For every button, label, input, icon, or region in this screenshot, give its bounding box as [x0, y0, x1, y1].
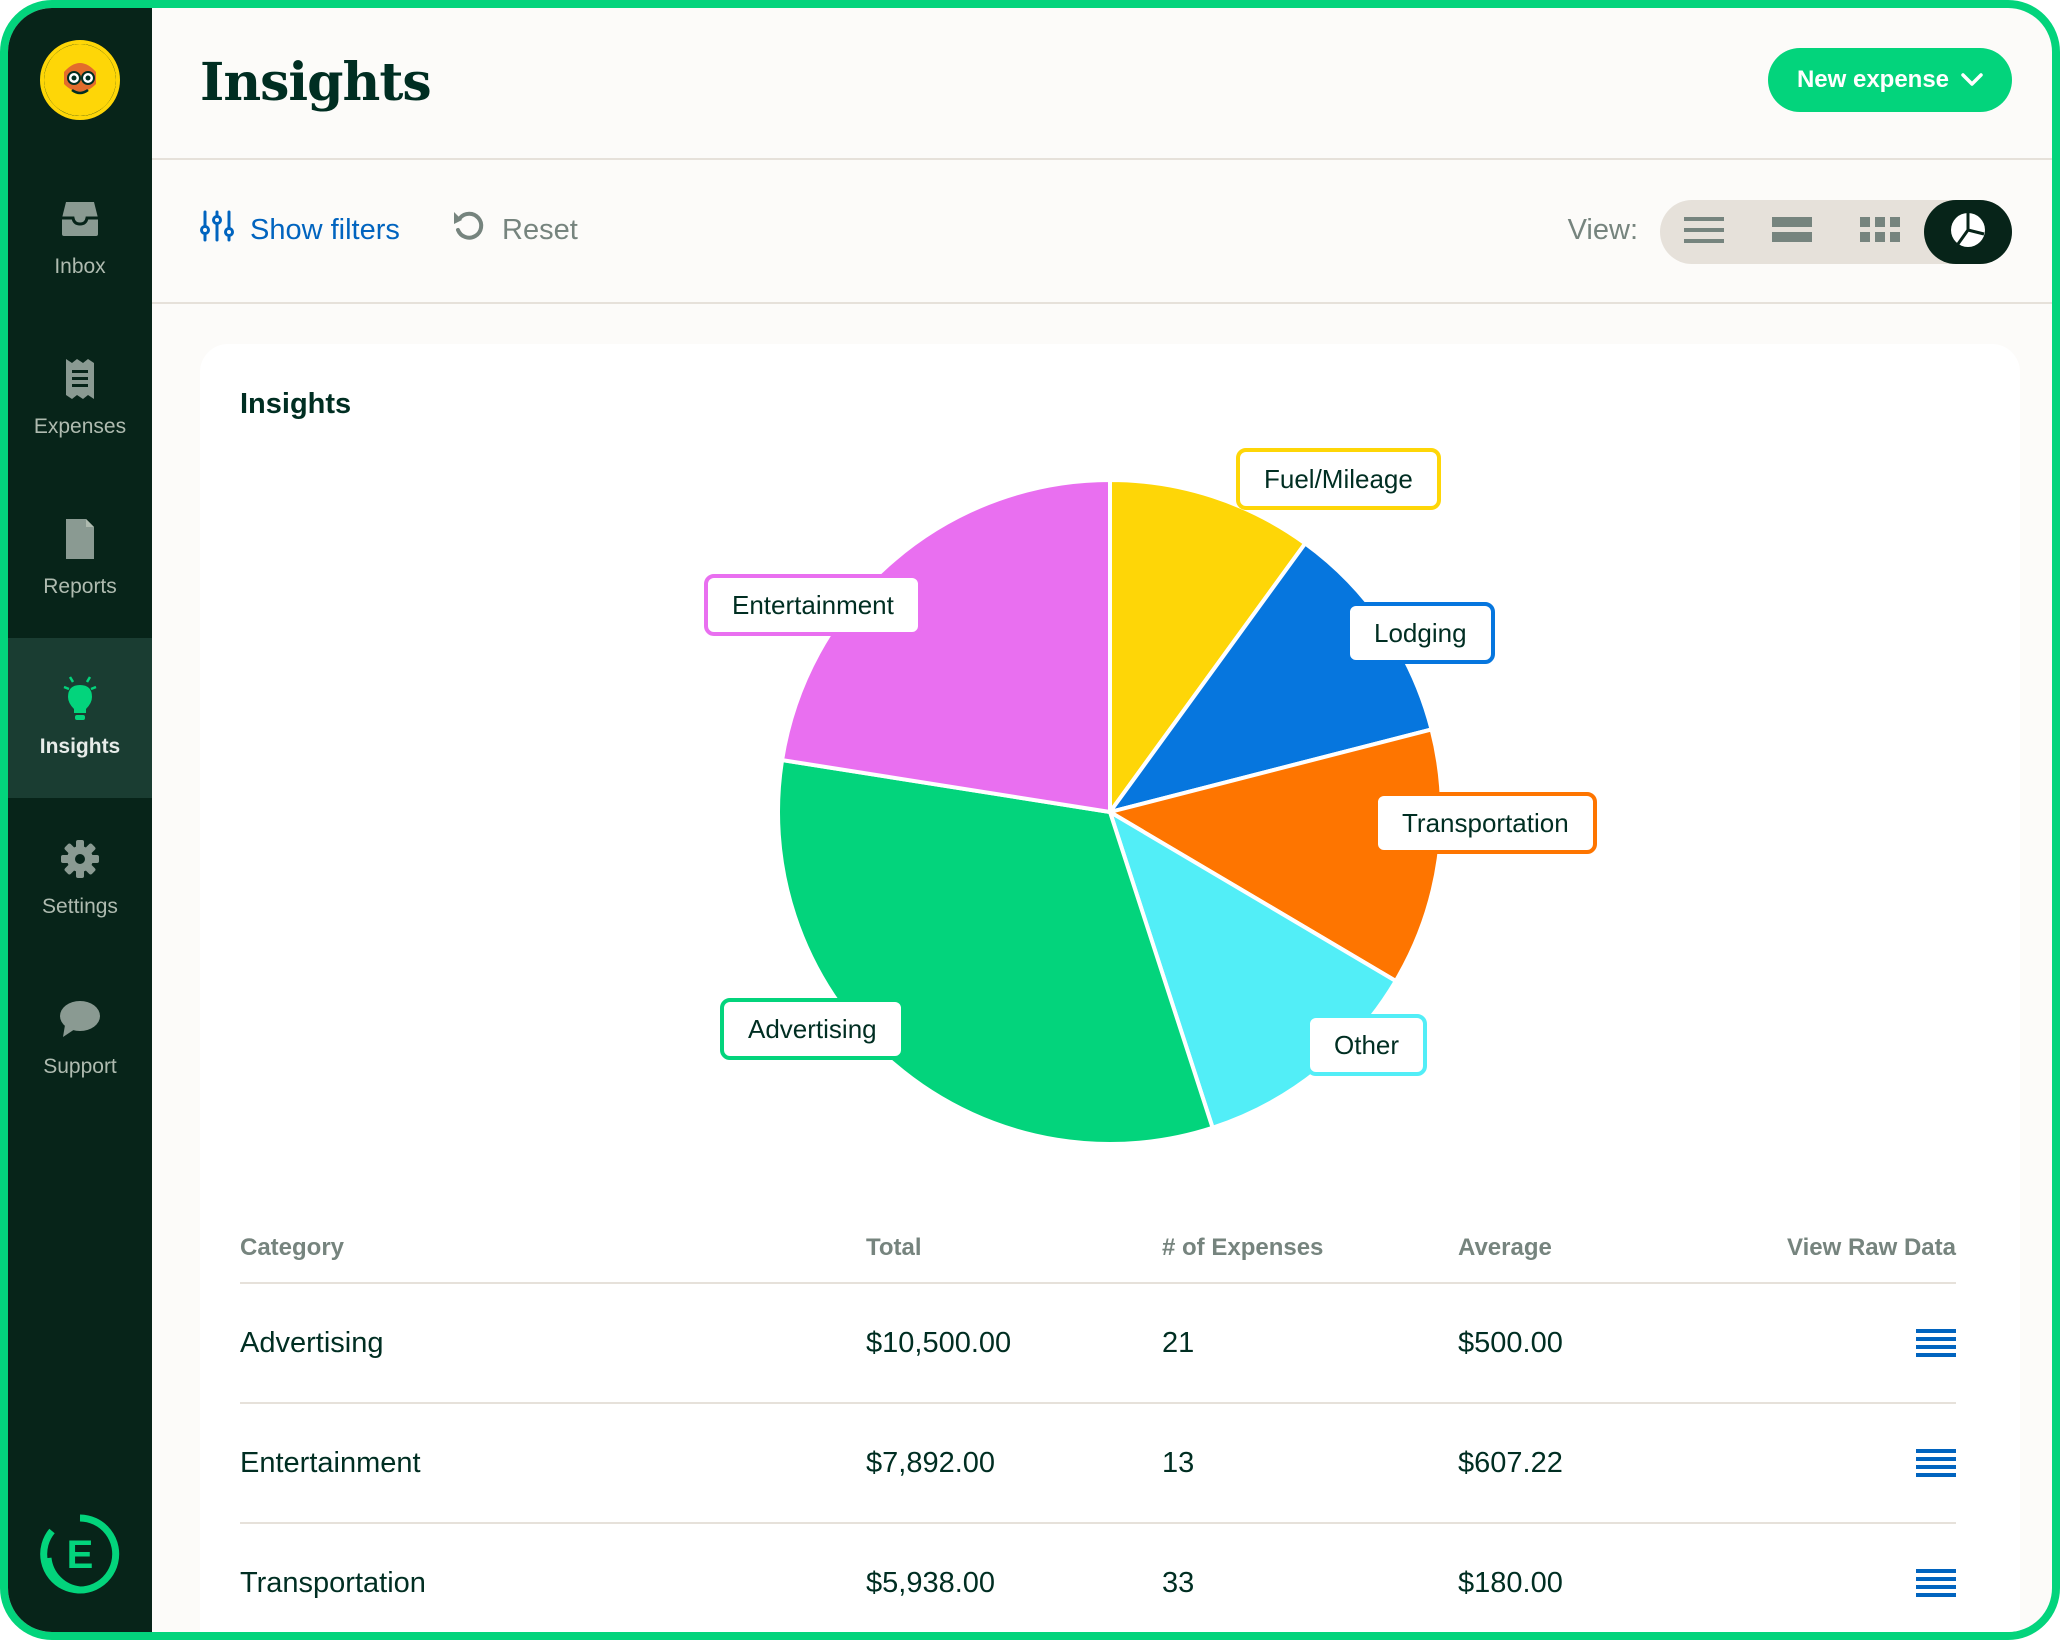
pie-chart-view-icon	[1950, 212, 1986, 253]
column-header-category[interactable]: Category	[240, 1234, 866, 1262]
sidebar-item-label: Expenses	[33, 415, 127, 438]
page-header: Insights New expense	[152, 8, 2052, 160]
chat-bubble-icon	[58, 997, 102, 1041]
total-cell: $5,938.00	[866, 1566, 996, 1599]
chevron-down-icon	[1961, 66, 1983, 94]
column-header-total[interactable]: Total	[866, 1234, 1162, 1262]
pie-label-entertainment: Entertainment	[704, 574, 922, 636]
count-cell: 21	[1162, 1326, 1195, 1359]
sidebar: Inbox Expenses Reports Insights Settings	[8, 8, 152, 1632]
sidebar-item-label: Settings	[42, 895, 118, 918]
gear-icon	[58, 837, 102, 881]
insights-table: Category Total # of Expenses Average Vie…	[240, 1214, 1956, 1632]
sidebar-item-expenses[interactable]: Expenses	[8, 318, 152, 478]
undo-icon	[452, 210, 486, 250]
total-cell: $10,500.00	[866, 1326, 1012, 1359]
sidebar-item-insights[interactable]: Insights	[8, 638, 152, 798]
sidebar-item-label: Inbox	[54, 255, 106, 278]
list-icon	[1916, 1569, 1956, 1597]
list-icon	[1916, 1329, 1956, 1357]
list-view-button[interactable]	[1660, 200, 1748, 264]
grid-view-button[interactable]	[1836, 200, 1924, 264]
view-raw-data-button[interactable]	[1916, 1569, 1956, 1597]
sidebar-item-inbox[interactable]: Inbox	[8, 158, 152, 318]
app-window: Inbox Expenses Reports Insights Settings	[0, 0, 2060, 1640]
page-title: Insights	[200, 52, 432, 113]
column-header-average[interactable]: Average	[1458, 1234, 1758, 1262]
sidebar-item-reports[interactable]: Reports	[8, 478, 152, 638]
toolbar: Show filters Reset View:	[152, 160, 2052, 304]
view-raw-data-button[interactable]	[1916, 1329, 1956, 1357]
table-header-row: Category Total # of Expenses Average Vie…	[240, 1214, 1956, 1284]
pie-label-lodging: Lodging	[1346, 602, 1495, 664]
insights-card: Insights Fuel/Mileage Lodging Transportati…	[200, 344, 2020, 1632]
pie-label-advertising: Advertising	[720, 998, 905, 1060]
view-raw-data-button[interactable]	[1916, 1449, 1956, 1477]
count-cell: 33	[1162, 1566, 1195, 1599]
list-view-icon	[1684, 216, 1724, 248]
table-row[interactable]: Transportation $5,938.00 33 $180.00	[240, 1524, 1956, 1632]
view-label: View:	[1567, 214, 1638, 246]
view-switcher	[1660, 200, 2012, 264]
svg-text:E: E	[67, 1533, 94, 1577]
pie-label-fuel-mileage: Fuel/Mileage	[1236, 448, 1441, 510]
sidebar-item-support[interactable]: Support	[8, 958, 152, 1118]
table-row[interactable]: Entertainment $7,892.00 13 $607.22	[240, 1404, 1956, 1524]
total-cell: $7,892.00	[866, 1446, 996, 1479]
pie-chart-area: Fuel/Mileage Lodging Transportation Other Ad…	[200, 344, 2020, 1174]
pie-slice-entertainment[interactable]	[779, 477, 1112, 815]
sidebar-item-label: Reports	[43, 575, 117, 598]
pie-chart	[776, 477, 1444, 1146]
category-cell: Entertainment	[240, 1446, 421, 1479]
expensify-logo: E	[40, 1514, 120, 1594]
sidebar-item-label: Insights	[39, 735, 121, 758]
sidebar-item-label: Support	[43, 1055, 117, 1078]
average-cell: $607.22	[1458, 1446, 1563, 1479]
avatar[interactable]	[40, 40, 120, 120]
filter-sliders-icon	[200, 210, 234, 250]
average-cell: $180.00	[1458, 1566, 1563, 1599]
average-cell: $500.00	[1458, 1326, 1563, 1359]
receipt-icon	[58, 357, 102, 401]
sidebar-item-settings[interactable]: Settings	[8, 798, 152, 958]
category-cell: Advertising	[240, 1326, 384, 1359]
column-header-raw-data: View Raw Data	[1787, 1234, 1956, 1261]
raw-data-cell	[1758, 1569, 1956, 1597]
reset-label: Reset	[502, 213, 578, 246]
pie-label-transportation: Transportation	[1374, 792, 1597, 854]
compact-list-view-button[interactable]	[1748, 200, 1836, 264]
show-filters-label: Show filters	[250, 213, 400, 246]
compact-list-view-icon	[1772, 216, 1812, 248]
category-cell: Transportation	[240, 1566, 426, 1599]
column-header-count[interactable]: # of Expenses	[1162, 1234, 1458, 1262]
new-expense-label: New expense	[1796, 66, 1950, 93]
pie-chart-view-button[interactable]	[1924, 200, 2012, 264]
list-icon	[1916, 1449, 1956, 1477]
inbox-icon	[58, 197, 102, 241]
table-row[interactable]: Advertising $10,500.00 21 $500.00	[240, 1284, 1956, 1404]
count-cell: 13	[1162, 1446, 1195, 1479]
lightbulb-icon	[58, 676, 102, 721]
raw-data-cell	[1758, 1449, 1956, 1477]
grid-view-icon	[1860, 216, 1900, 248]
new-expense-button[interactable]: New expense	[1768, 48, 2012, 112]
document-icon	[58, 517, 102, 561]
reset-button[interactable]: Reset	[452, 210, 578, 250]
raw-data-cell	[1758, 1329, 1956, 1357]
show-filters-button[interactable]: Show filters	[200, 210, 400, 250]
pie-label-other: Other	[1306, 1014, 1428, 1076]
